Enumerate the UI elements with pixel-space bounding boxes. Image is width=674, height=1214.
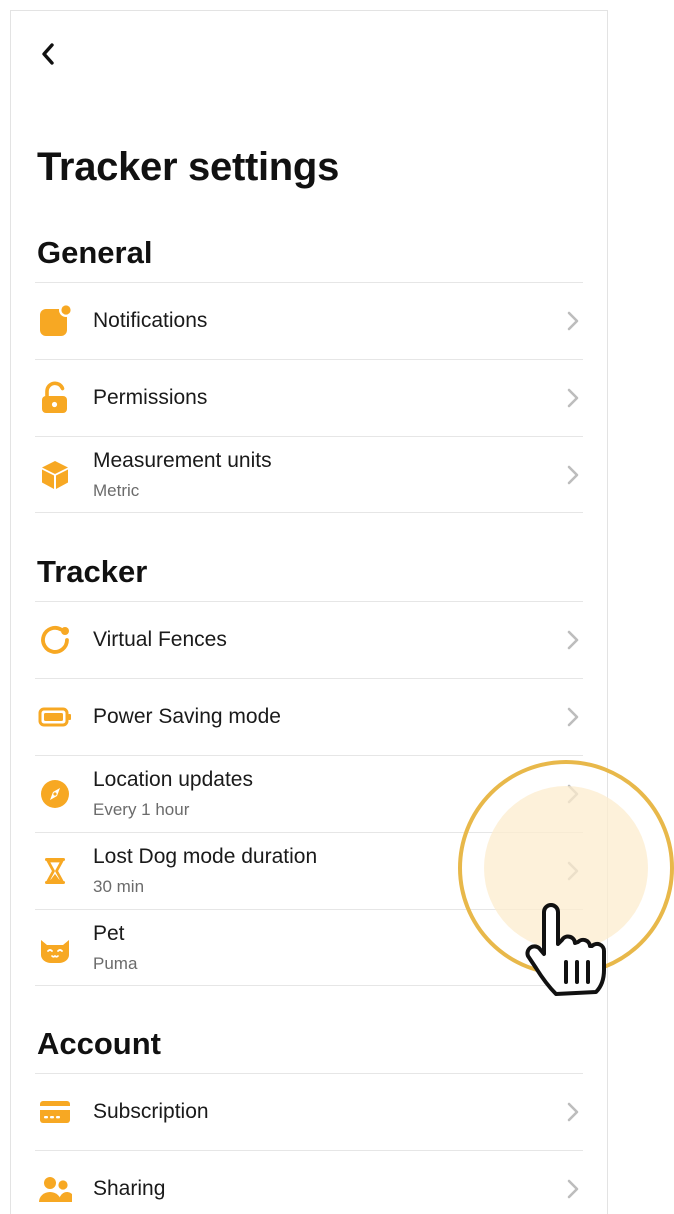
settings-row-label: Lost Dog mode duration: [93, 845, 318, 868]
fence-ring-icon: [38, 623, 72, 657]
notification-badge-icon: [38, 304, 72, 338]
chevron-right-icon: [563, 859, 583, 883]
settings-row-label: Notifications: [93, 309, 208, 332]
settings-row-power-saving-mode[interactable]: Power Saving mode: [35, 678, 583, 755]
settings-row-virtual-fences[interactable]: Virtual Fences: [35, 601, 583, 678]
settings-row-value: Metric: [93, 480, 140, 500]
settings-row-notifications[interactable]: Notifications: [35, 282, 583, 359]
chevron-right-icon: [563, 463, 583, 487]
settings-row-value: Puma: [93, 953, 138, 973]
chevron-right-icon: [563, 782, 583, 806]
settings-row-label: Virtual Fences: [93, 628, 227, 651]
settings-row-label: Power Saving mode: [93, 705, 281, 728]
credit-card-icon: [38, 1095, 72, 1129]
settings-row-value: Every 1 hour: [93, 800, 190, 819]
general-list: Notifications Permissions Measurement un…: [35, 282, 583, 513]
page-title: Tracker settings: [37, 145, 340, 189]
compass-icon: [38, 777, 72, 811]
chevron-right-icon: [563, 1177, 583, 1201]
settings-row-lost-dog-mode-duration[interactable]: Lost Dog mode duration 30 min: [35, 832, 583, 909]
settings-screen: Tracker settings General Notifications P…: [10, 10, 608, 1214]
chevron-right-icon: [563, 386, 583, 410]
cat-face-icon: [38, 931, 72, 965]
section-title-general: General: [37, 235, 153, 270]
settings-row-label: Sharing: [93, 1177, 166, 1200]
settings-row-pet[interactable]: Pet Puma: [35, 909, 583, 986]
settings-row-value: 30 min: [93, 877, 145, 896]
chevron-right-icon: [563, 309, 583, 333]
settings-row-label: Pet: [93, 921, 125, 945]
account-list: Subscription Sharing: [35, 1073, 583, 1214]
settings-row-subscription[interactable]: Subscription: [35, 1073, 583, 1150]
settings-row-label: Permissions: [93, 386, 208, 409]
settings-row-measurement-units[interactable]: Measurement units Metric: [35, 436, 583, 513]
settings-row-sharing[interactable]: Sharing: [35, 1150, 583, 1214]
cube-icon: [38, 458, 72, 492]
section-title-tracker: Tracker: [37, 554, 148, 589]
chevron-right-icon: [563, 628, 583, 652]
unlocked-padlock-icon: [38, 381, 72, 415]
chevron-right-icon: [563, 1100, 583, 1124]
settings-row-location-updates[interactable]: Location updates Every 1 hour: [35, 755, 583, 832]
tracker-list: Virtual Fences Power Saving mode Locatio…: [35, 601, 583, 986]
battery-icon: [38, 700, 72, 734]
chevron-right-icon: [563, 705, 583, 729]
section-title-account: Account: [37, 1026, 161, 1061]
people-icon: [38, 1172, 72, 1206]
chevron-left-icon: [42, 43, 54, 65]
settings-row-label: Location updates: [93, 768, 253, 791]
hourglass-icon: [38, 854, 72, 888]
back-button[interactable]: [33, 39, 63, 69]
settings-row-permissions[interactable]: Permissions: [35, 359, 583, 436]
settings-row-label: Subscription: [93, 1100, 209, 1123]
settings-row-label: Measurement units: [93, 448, 272, 472]
